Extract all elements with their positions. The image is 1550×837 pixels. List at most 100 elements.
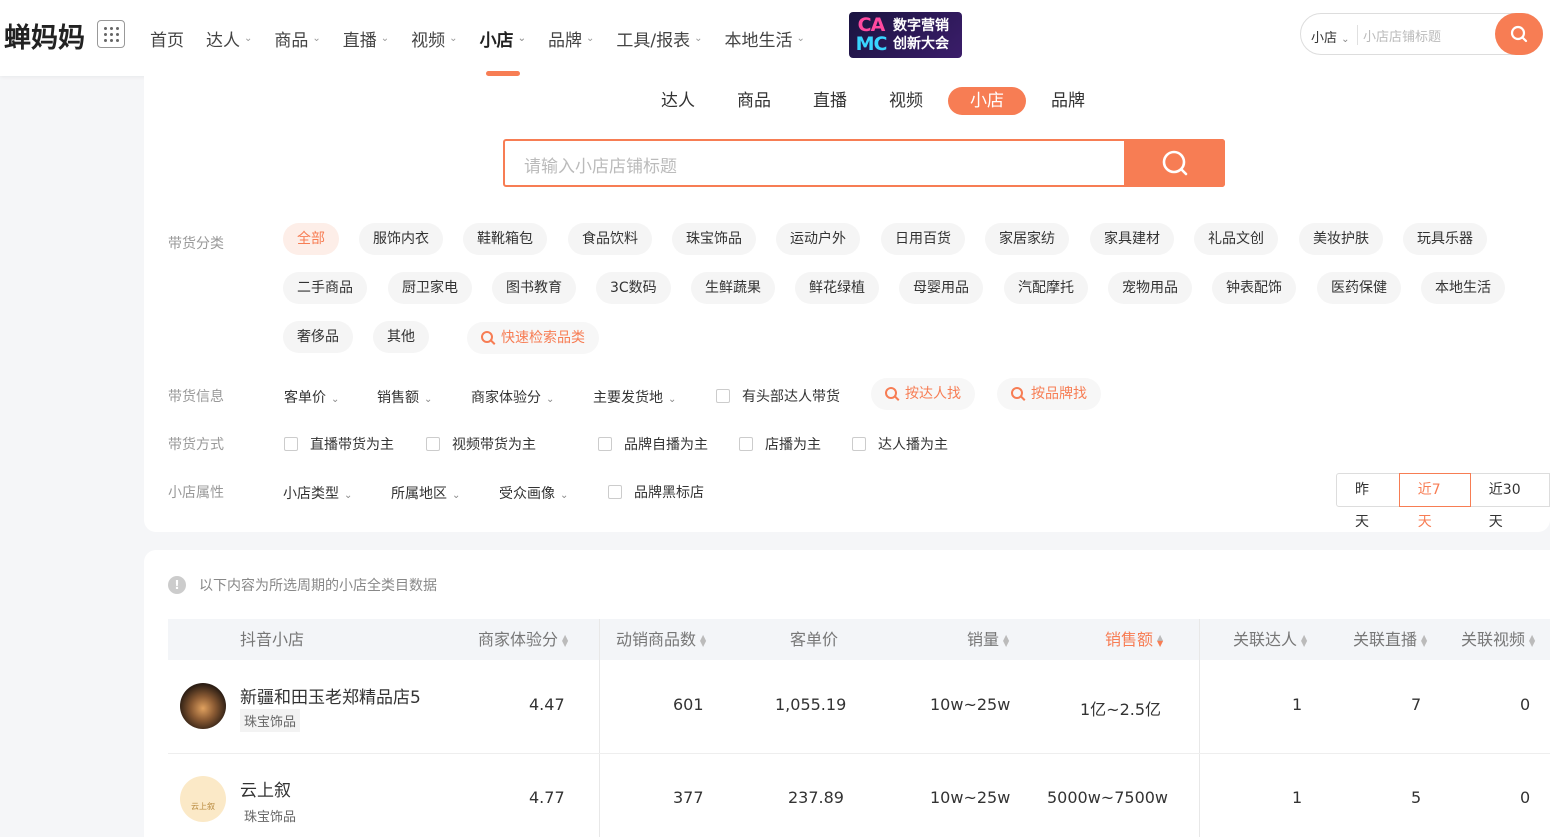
category-pill[interactable]: 礼品文创 <box>1194 223 1278 255</box>
category-pill[interactable]: 厨卫家电 <box>388 272 472 304</box>
top-search-input[interactable]: 小店店铺标题 <box>1363 26 1441 45</box>
shop-name[interactable]: 新疆和田玉老郑精品店5 <box>240 683 421 708</box>
related-videos[interactable]: 0 <box>1520 695 1530 714</box>
shop-results-panel: ! 以下内容为所选周期的小店全类目数据 抖音小店 商家体验分 ▲ ▼ 动销商品数 ▲ ▼… <box>144 550 1550 837</box>
tab-product[interactable]: 商品 <box>720 87 788 115</box>
nav-item-brand[interactable]: 品牌 ⌄ <box>548 0 594 76</box>
method-influencer-live-checkbox[interactable]: 达人播为主 <box>852 434 948 454</box>
category-pill[interactable]: 全部 <box>283 223 339 255</box>
shop-category-tag: 珠宝饰品 <box>244 810 297 825</box>
chevron-down-icon: ⌄ <box>694 32 703 44</box>
col-lives[interactable]: 关联直播 ▲ ▼ <box>1353 619 1427 660</box>
active-products: 601 <box>673 695 704 714</box>
shop-search-button[interactable] <box>1124 139 1225 187</box>
method-store-live-checkbox[interactable]: 店播为主 <box>739 434 821 454</box>
category-pill[interactable]: 运动户外 <box>776 223 860 255</box>
category-pill[interactable]: 二手商品 <box>283 272 367 304</box>
category-pill[interactable]: 宠物用品 <box>1108 272 1192 304</box>
category-pill[interactable]: 食品饮料 <box>568 223 652 255</box>
category-pill[interactable]: 日用百货 <box>881 223 965 255</box>
nav-item-video[interactable]: 视频 ⌄ <box>411 0 457 76</box>
tab-live[interactable]: 直播 <box>796 87 864 115</box>
unit-price: 1,055.19 <box>775 695 847 714</box>
category-pill[interactable]: 生鲜蔬果 <box>691 272 775 304</box>
category-pill[interactable]: 鲜花绿植 <box>795 272 879 304</box>
region-dropdown[interactable]: 所属地区 ⌄ <box>391 483 460 503</box>
category-pill[interactable]: 3C数码 <box>596 272 671 304</box>
col-sales[interactable]: 销售额 ▲ ▼ <box>1105 619 1163 660</box>
method-brand-self-live-checkbox[interactable]: 品牌自播为主 <box>598 434 708 454</box>
category-pill[interactable]: 鞋靴箱包 <box>463 223 547 255</box>
unit-price-dropdown[interactable]: 客单价 ⌄ <box>284 387 339 407</box>
table-row[interactable]: 云上叙 云上叙 珠宝饰品 4.77 377 237.89 10w~25w 500… <box>168 753 1550 837</box>
related-influencers[interactable]: 1 <box>1292 788 1302 807</box>
date-30days-button[interactable]: 近30天 <box>1469 473 1550 530</box>
apps-grid-icon[interactable] <box>97 20 125 48</box>
category-pill[interactable]: 玩具乐器 <box>1403 223 1487 255</box>
nav-item-live[interactable]: 直播 ⌄ <box>343 0 389 76</box>
col-influencers[interactable]: 关联达人 ▲ ▼ <box>1233 619 1307 660</box>
nav-item-shop[interactable]: 小店 ⌄ <box>480 0 526 76</box>
shop-search-input[interactable]: 请输入小店店铺标题 <box>524 152 677 177</box>
method-live-checkbox[interactable]: 直播带货为主 <box>284 434 394 454</box>
sort-icon: ▲ ▼ <box>1421 632 1428 648</box>
col-videos[interactable]: 关联视频 ▲ ▼ <box>1461 619 1535 660</box>
nav-item-local[interactable]: 本地生活 ⌄ <box>724 0 804 76</box>
tab-influencer[interactable]: 达人 <box>644 87 712 115</box>
category-pill[interactable]: 母婴用品 <box>899 272 983 304</box>
related-lives[interactable]: 7 <box>1411 695 1421 714</box>
nav-item-tools[interactable]: 工具/报表 ⌄ <box>616 0 702 76</box>
shipping-origin-dropdown[interactable]: 主要发货地 ⌄ <box>593 387 676 407</box>
find-by-brand-button[interactable]: 按品牌找 <box>997 378 1101 410</box>
chevron-down-icon: ⌄ <box>344 490 353 501</box>
category-pill[interactable]: 家具建材 <box>1090 223 1174 255</box>
tab-brand[interactable]: 品牌 <box>1034 87 1102 115</box>
category-pill[interactable]: 医药保健 <box>1317 272 1401 304</box>
related-lives[interactable]: 5 <box>1411 788 1421 807</box>
merchant-score-dropdown[interactable]: 商家体验分 ⌄ <box>471 387 554 407</box>
category-pill[interactable]: 图书教育 <box>492 272 576 304</box>
shop-name[interactable]: 云上叙 <box>240 776 291 801</box>
find-by-influencer-button[interactable]: 按达人找 <box>871 378 975 410</box>
top-influencer-checkbox[interactable]: 有头部达人带货 <box>716 386 840 406</box>
date-yesterday-button[interactable]: 昨天 <box>1336 473 1400 530</box>
related-videos[interactable]: 0 <box>1520 788 1530 807</box>
method-video-checkbox[interactable]: 视频带货为主 <box>426 434 536 454</box>
sales-volume: 10w~25w <box>930 788 1011 807</box>
nav-item-influencer[interactable]: 达人 ⌄ <box>206 0 252 76</box>
category-pill[interactable]: 美妆护肤 <box>1299 223 1383 255</box>
category-pill[interactable]: 服饰内衣 <box>359 223 443 255</box>
category-pill[interactable]: 家居家纺 <box>985 223 1069 255</box>
category-pill[interactable]: 其他 <box>373 321 429 353</box>
nav-item-product[interactable]: 商品 ⌄ <box>274 0 320 76</box>
chevron-down-icon: ⌄ <box>560 490 569 501</box>
search-icon <box>1011 387 1023 399</box>
brand-black-label-checkbox[interactable]: 品牌黑标店 <box>608 482 704 502</box>
quick-category-search-button[interactable]: 快速检索品类 <box>467 322 599 354</box>
category-pill[interactable]: 钟表配饰 <box>1212 272 1296 304</box>
category-pill[interactable]: 汽配摩托 <box>1004 272 1088 304</box>
category-pill[interactable]: 奢侈品 <box>283 321 353 353</box>
search-scope-select[interactable]: 小店 ⌄ <box>1311 27 1350 46</box>
camc-banner[interactable]: CA MC 数字营销 创新大会 <box>849 12 962 58</box>
col-merchant-score[interactable]: 商家体验分 ▲ ▼ <box>478 619 568 660</box>
tab-shop[interactable]: 小店 <box>948 87 1026 115</box>
chevron-down-icon: ⌄ <box>585 32 595 44</box>
table-row[interactable]: 新疆和田玉老郑精品店5 珠宝饰品 4.47 601 1,055.19 10w~2… <box>168 660 1550 753</box>
category-pill[interactable]: 珠宝饰品 <box>672 223 756 255</box>
sort-icon: ▲ ▼ <box>700 632 707 648</box>
chevron-down-icon: ⌄ <box>312 32 321 44</box>
audience-dropdown[interactable]: 受众画像 ⌄ <box>499 483 568 503</box>
nav-item-home[interactable]: 首页 <box>150 0 184 76</box>
col-volume[interactable]: 销量 ▲ ▼ <box>967 619 1009 660</box>
brand-logo[interactable]: 蝉妈妈 <box>4 16 85 55</box>
sales-dropdown[interactable]: 销售额 ⌄ <box>377 387 432 407</box>
category-pill[interactable]: 本地生活 <box>1421 272 1505 304</box>
related-influencers[interactable]: 1 <box>1292 695 1302 714</box>
tab-video[interactable]: 视频 <box>872 87 940 115</box>
top-search-button[interactable] <box>1495 13 1543 55</box>
date-7days-button[interactable]: 近7天 <box>1398 473 1471 530</box>
shop-category-tag: 珠宝饰品 <box>240 709 301 732</box>
col-active-products[interactable]: 动销商品数 ▲ ▼ <box>616 619 706 660</box>
shop-type-dropdown[interactable]: 小店类型 ⌄ <box>283 483 352 503</box>
